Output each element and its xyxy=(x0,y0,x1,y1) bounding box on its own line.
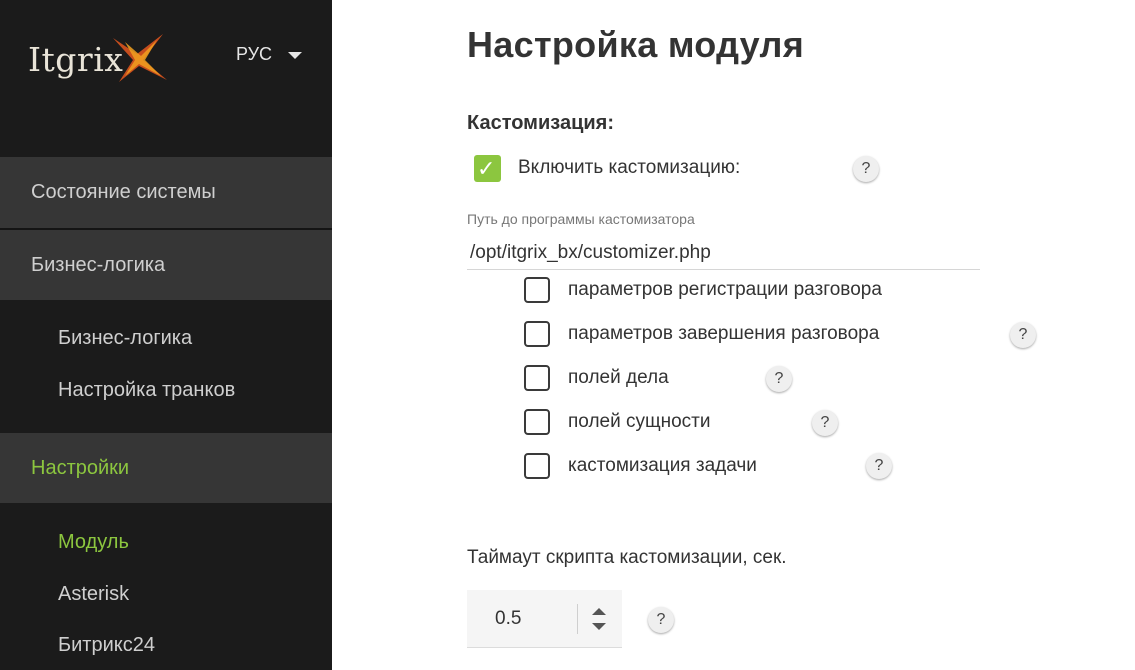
help-icon[interactable]: ? xyxy=(866,453,892,479)
enable-customization-checkbox[interactable]: ✓ xyxy=(474,155,501,182)
stepper-divider xyxy=(577,604,578,634)
nav-group-label: Бизнес-логика xyxy=(31,253,166,276)
nav-group-settings[interactable]: Настройки xyxy=(0,433,332,503)
option-label: кастомизация задачи xyxy=(568,455,757,476)
nav-group-label: Состояние системы xyxy=(31,181,216,203)
option-label: полей дела xyxy=(568,367,669,388)
checkmark-icon: ✓ xyxy=(477,156,496,181)
timeout-label: Таймаут скрипта кастомизации, сек. xyxy=(467,547,787,568)
customizer-path-input[interactable] xyxy=(467,236,980,270)
path-field-caption: Путь до программы кастомизатора xyxy=(467,211,695,227)
option-checkbox-call-registration[interactable] xyxy=(524,277,550,303)
option-checkbox-activity-fields[interactable] xyxy=(524,365,550,391)
help-icon[interactable]: ? xyxy=(812,410,838,436)
help-icon[interactable]: ? xyxy=(1010,322,1036,348)
sidebar-item-asterisk[interactable]: Asterisk xyxy=(58,583,129,606)
timeout-stepper[interactable]: 0.5 xyxy=(467,590,622,648)
nav-group-business-logic[interactable]: Бизнес-логика xyxy=(0,230,332,300)
option-checkbox-task-customization[interactable] xyxy=(524,453,550,479)
nav-group-label: Настройки xyxy=(31,456,130,479)
sidebar-item-bitrix24[interactable]: Битрикс24 xyxy=(58,634,155,657)
option-label: параметров регистрации разговора xyxy=(568,279,882,300)
sidebar-item-business-logic[interactable]: Бизнес-логика xyxy=(58,327,192,350)
timeout-value: 0.5 xyxy=(495,608,522,629)
logo-x-mark xyxy=(113,34,167,82)
option-checkbox-entity-fields[interactable] xyxy=(524,409,550,435)
main-content: Настройка модуля Кастомизация: ✓ Включит… xyxy=(332,0,1135,670)
sidebar: Itgrix РУС Состояние системы Бизнес-логи… xyxy=(0,0,332,670)
help-icon[interactable]: ? xyxy=(766,366,792,392)
itgrix-logo[interactable]: Itgrix xyxy=(28,32,178,84)
option-checkbox-call-completion[interactable] xyxy=(524,321,550,347)
chevron-down-icon xyxy=(288,52,303,59)
stepper-up-icon[interactable] xyxy=(592,608,606,615)
stepper-down-icon[interactable] xyxy=(592,623,606,630)
page-title: Настройка модуля xyxy=(467,24,805,65)
enable-customization-label: Включить кастомизацию: xyxy=(518,157,741,178)
sidebar-item-trunks[interactable]: Настройка транков xyxy=(58,379,235,402)
section-title: Кастомизация: xyxy=(467,112,614,134)
nav-group-system-status[interactable]: Состояние системы xyxy=(0,157,332,228)
help-icon[interactable]: ? xyxy=(648,607,674,633)
option-label: параметров завершения разговора xyxy=(568,323,880,344)
language-selector[interactable]: РУС xyxy=(236,44,303,65)
sidebar-item-module[interactable]: Модуль xyxy=(58,531,129,554)
language-label: РУС xyxy=(236,44,273,64)
option-label: полей сущности xyxy=(568,411,711,432)
help-icon[interactable]: ? xyxy=(853,156,879,182)
